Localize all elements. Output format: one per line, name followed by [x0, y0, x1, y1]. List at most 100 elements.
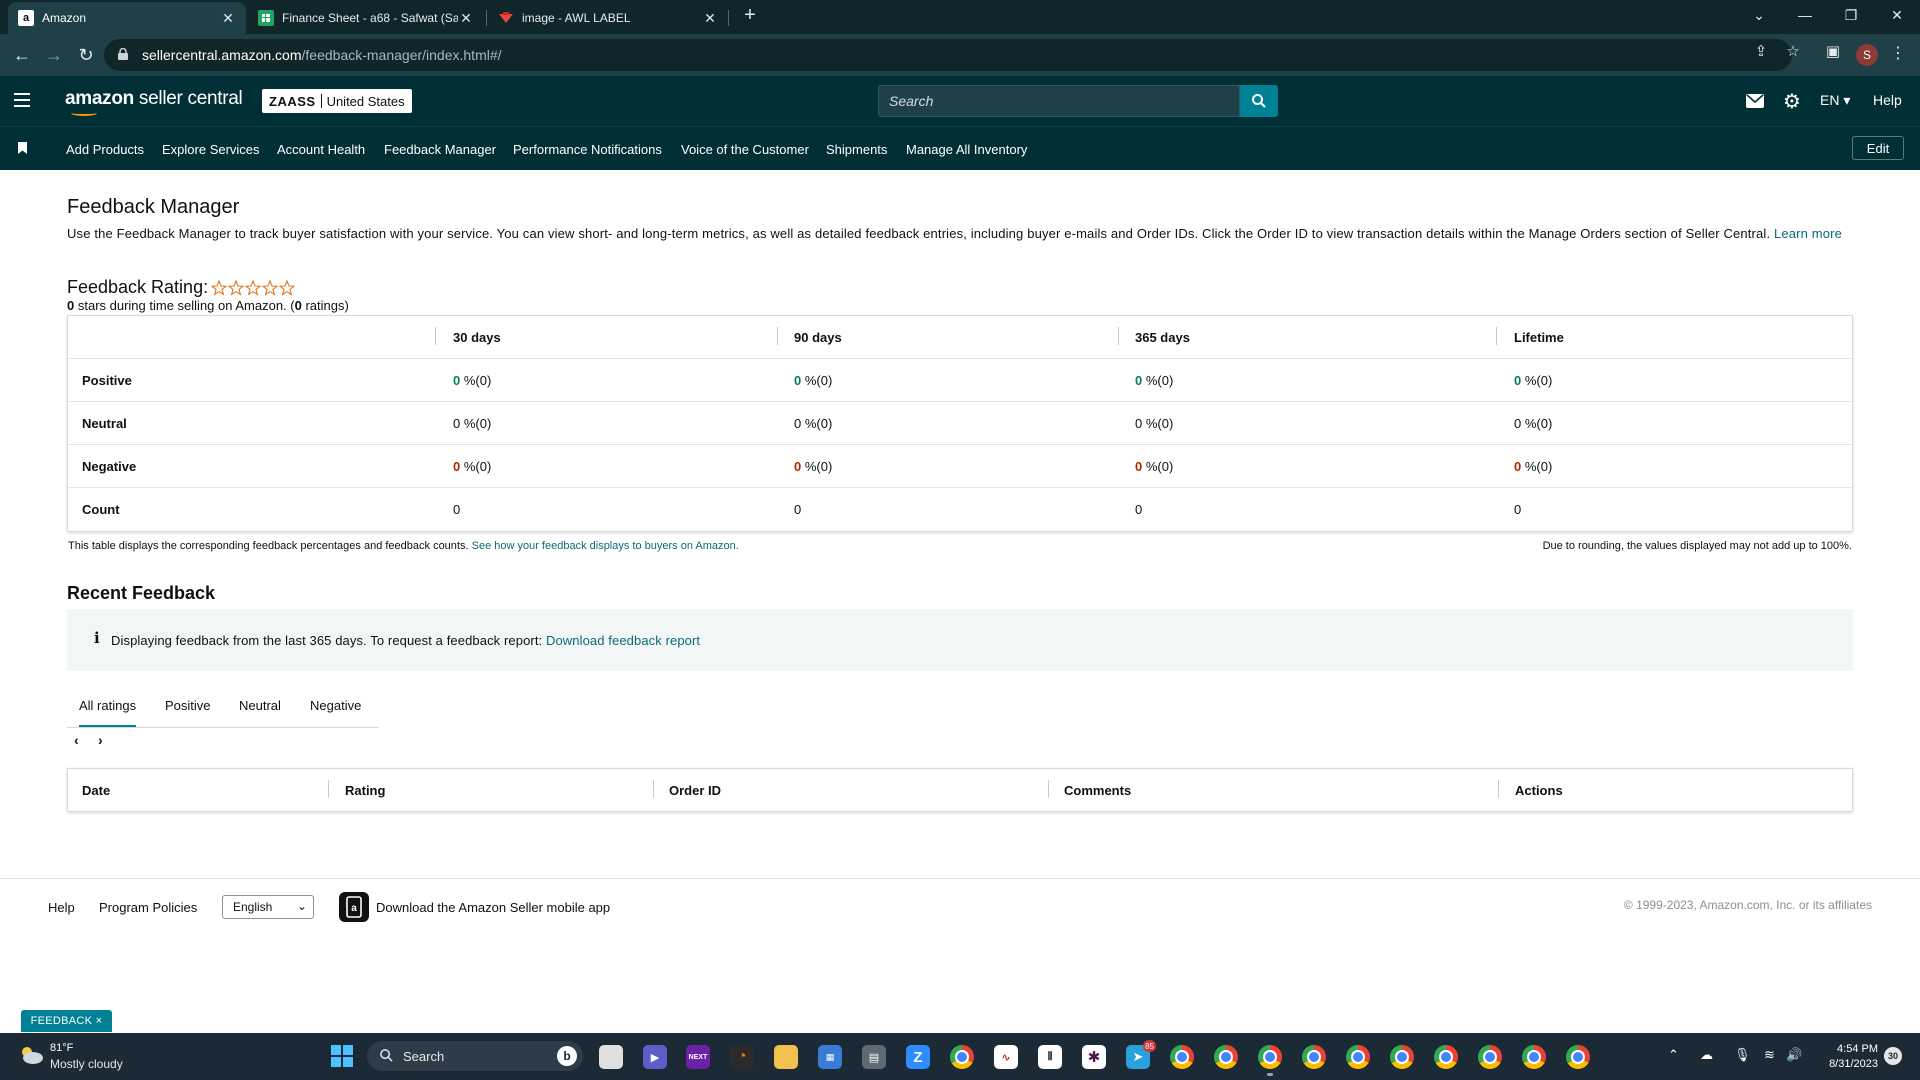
tab-neutral[interactable]: Neutral: [239, 698, 281, 713]
feedback-widget-button[interactable]: FEEDBACK ×: [21, 1010, 112, 1032]
download-app-link[interactable]: Download the Amazon Seller mobile app: [376, 900, 610, 915]
bing-icon[interactable]: b: [557, 1046, 577, 1066]
amazon-seller-app-icon[interactable]: a: [339, 892, 369, 922]
next-app-icon[interactable]: NEXT: [686, 1045, 710, 1069]
chrome-profile-icon[interactable]: [1302, 1045, 1326, 1069]
column-header-date[interactable]: Date: [82, 783, 110, 798]
url-text: sellercentral.amazon.com/feedback-manage…: [142, 47, 502, 63]
stock-chart-icon[interactable]: ∿: [994, 1045, 1018, 1069]
chrome-profile-icon[interactable]: [1522, 1045, 1546, 1069]
file-explorer-icon[interactable]: [774, 1045, 798, 1069]
table-cell: 0 %(0): [794, 416, 833, 431]
tab-negative[interactable]: Negative: [310, 698, 361, 713]
nav-manage-all-inventory[interactable]: Manage All Inventory: [906, 142, 1027, 157]
minimize-icon[interactable]: —: [1782, 0, 1828, 30]
chrome-profile-icon[interactable]: [1390, 1045, 1414, 1069]
tray-chevron-up-icon[interactable]: ⌃: [1668, 1047, 1679, 1063]
browser-tab-finance-sheet[interactable]: Finance Sheet - a68 - Safwat (Sar ✕: [248, 2, 484, 34]
language-selector[interactable]: EN ▾: [1820, 92, 1850, 109]
slack-icon[interactable]: ✱: [1082, 1045, 1106, 1069]
footer-language-select[interactable]: English ⌄: [222, 895, 314, 919]
seller-central-logo[interactable]: amazon seller central: [65, 88, 243, 116]
download-feedback-report-link[interactable]: Download feedback report: [546, 633, 700, 648]
tab-search-chevron-icon[interactable]: ⌄: [1736, 0, 1782, 30]
chrome-profile-icon[interactable]: [1170, 1045, 1194, 1069]
browser-tab-awl-label[interactable]: image - AWL LABEL ✕: [488, 2, 728, 34]
nav-voice-of-the-customer[interactable]: Voice of the Customer: [681, 142, 809, 157]
nav-add-products[interactable]: Add Products: [66, 142, 144, 157]
search-input[interactable]: [879, 86, 1239, 116]
help-link[interactable]: Help: [1873, 92, 1902, 108]
footer-program-policies-link[interactable]: Program Policies: [99, 900, 197, 915]
nav-shipments[interactable]: Shipments: [826, 142, 887, 157]
zoom-icon[interactable]: Z: [906, 1045, 930, 1069]
chrome-profile-icon[interactable]: [1346, 1045, 1370, 1069]
forward-arrow-icon[interactable]: →: [42, 43, 66, 67]
taskbar-search[interactable]: Search b: [367, 1041, 583, 1071]
recovery-app-icon[interactable]: ◔: [730, 1045, 754, 1069]
star-outline-icon: [228, 279, 245, 296]
account-switcher[interactable]: ZAASS United States: [262, 89, 412, 113]
star-outline-icon: [279, 279, 296, 296]
chrome-icon[interactable]: [950, 1045, 974, 1069]
chrome-active-icon[interactable]: [1258, 1045, 1282, 1069]
close-icon[interactable]: ✕: [702, 10, 718, 27]
menu-kebab-icon[interactable]: ⋮: [1890, 43, 1906, 63]
teams-chat-icon[interactable]: ▶: [643, 1045, 667, 1069]
tab-positive[interactable]: Positive: [165, 698, 211, 713]
system-clock[interactable]: 4:54 PM 8/31/2023: [1822, 1042, 1878, 1072]
bookmark-icon[interactable]: [18, 142, 27, 154]
search-button[interactable]: [1240, 85, 1278, 117]
column-header-order-id[interactable]: Order ID: [669, 783, 721, 798]
telegram-icon[interactable]: ➤ 85: [1126, 1040, 1156, 1069]
task-view-icon[interactable]: [599, 1045, 623, 1069]
nav-explore-services[interactable]: Explore Services: [162, 142, 260, 157]
cloud-sun-icon[interactable]: [18, 1044, 44, 1066]
chrome-profile-icon[interactable]: [1434, 1045, 1458, 1069]
tab-divider: [486, 10, 487, 26]
nav-performance-notifications[interactable]: Performance Notifications: [513, 142, 662, 157]
new-tab-plus-icon[interactable]: +: [738, 4, 762, 27]
nav-account-health[interactable]: Account Health: [277, 142, 365, 157]
side-panel-icon[interactable]: ▣: [1824, 42, 1842, 60]
chrome-profile-icon[interactable]: [1566, 1045, 1590, 1069]
mail-icon[interactable]: [1745, 91, 1765, 111]
nav-feedback-manager[interactable]: Feedback Manager: [384, 142, 496, 157]
chrome-profile-icon[interactable]: [1214, 1045, 1238, 1069]
bookmark-star-icon[interactable]: ☆: [1784, 42, 1802, 60]
calendar-icon[interactable]: ▦: [818, 1045, 842, 1069]
reload-icon[interactable]: ↻: [74, 43, 98, 67]
profile-avatar[interactable]: S: [1856, 44, 1878, 66]
back-arrow-icon[interactable]: ←: [10, 43, 34, 67]
chevron-left-icon[interactable]: ‹: [74, 732, 79, 748]
microphone-icon[interactable]: 🎙: [1734, 1047, 1751, 1063]
chevron-right-icon[interactable]: ›: [98, 732, 103, 748]
table-row-count: Count 0 0 0 0: [68, 488, 1852, 531]
chart-app-icon[interactable]: ⫴: [1038, 1045, 1062, 1069]
volume-icon[interactable]: 🔊: [1786, 1047, 1802, 1063]
wifi-icon[interactable]: ≋: [1764, 1047, 1775, 1063]
windows-start-icon[interactable]: [331, 1045, 353, 1067]
gear-icon[interactable]: ⚙: [1782, 91, 1802, 113]
close-icon[interactable]: ✕: [458, 10, 474, 27]
chrome-profile-icon[interactable]: [1478, 1045, 1502, 1069]
search-icon: [380, 1049, 393, 1062]
table-cell: 0 %(0): [453, 459, 492, 474]
buyer-display-link[interactable]: See how your feedback displays to buyers…: [472, 540, 739, 552]
browser-tab-amazon[interactable]: a Amazon ✕: [8, 2, 246, 34]
share-icon[interactable]: ⇪: [1752, 42, 1770, 60]
footer-help-link[interactable]: Help: [48, 900, 75, 915]
hamburger-menu-icon[interactable]: [14, 93, 30, 107]
address-bar[interactable]: sellercentral.amazon.com/feedback-manage…: [104, 39, 1792, 71]
column-header-comments[interactable]: Comments: [1064, 783, 1131, 798]
onedrive-cloud-icon[interactable]: ☁: [1700, 1047, 1713, 1063]
edit-nav-button[interactable]: Edit: [1852, 136, 1904, 160]
close-window-icon[interactable]: ✕: [1874, 0, 1920, 30]
calculator-icon[interactable]: ▤: [862, 1045, 886, 1069]
notification-count-badge[interactable]: 30: [1884, 1047, 1902, 1065]
close-icon[interactable]: ✕: [220, 10, 236, 27]
tab-all-ratings[interactable]: All ratings: [79, 698, 137, 727]
learn-more-link[interactable]: Learn more: [1774, 226, 1842, 241]
restore-icon[interactable]: ❐: [1828, 0, 1874, 30]
column-header-rating[interactable]: Rating: [345, 783, 385, 798]
